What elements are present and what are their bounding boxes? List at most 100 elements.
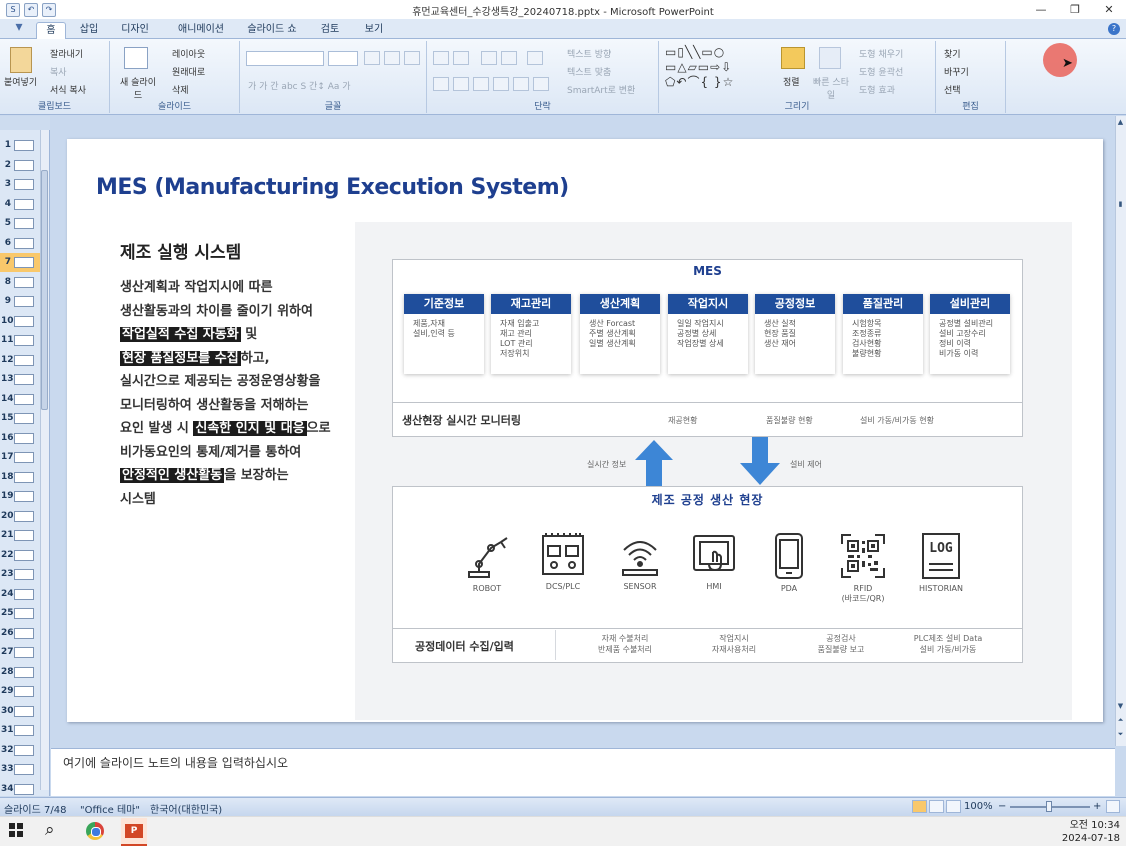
format-painter-button[interactable]: 서식 복사 <box>50 83 86 96</box>
justify-icon[interactable] <box>493 77 509 91</box>
shape-fill-button[interactable]: 도형 채우기 <box>859 47 903 60</box>
new-slide-button[interactable]: 새 슬라이드 <box>118 75 158 101</box>
previous-slide-icon[interactable]: ⏶ <box>1116 716 1125 728</box>
slide-thumbnail[interactable]: 31 <box>0 721 40 740</box>
align-right-icon[interactable] <box>473 77 489 91</box>
slide-thumbnail[interactable]: 8 <box>0 273 40 292</box>
slide-thumbnail[interactable]: 2 <box>0 156 40 175</box>
cut-button[interactable]: 잘라내기 <box>50 47 83 60</box>
slide-thumbnail[interactable]: 9 <box>0 292 40 311</box>
zoom-level[interactable]: 100% <box>964 801 993 812</box>
quick-styles-icon[interactable] <box>819 47 841 69</box>
slide-thumbnail[interactable]: 23 <box>0 565 40 584</box>
help-icon[interactable]: ? <box>1108 23 1120 35</box>
slide-thumbnail[interactable]: 27 <box>0 643 40 662</box>
slide-thumbnail[interactable]: 5 <box>0 214 40 233</box>
delete-slide-button[interactable]: 삭제 <box>172 83 189 96</box>
increase-indent-icon[interactable] <box>501 51 517 65</box>
zoom-slider-knob[interactable] <box>1046 801 1052 812</box>
slideshow-view-button[interactable] <box>946 800 961 813</box>
numbering-icon[interactable] <box>453 51 469 65</box>
fit-to-window-button[interactable] <box>1106 800 1120 813</box>
minimize-button[interactable]: — <box>1024 0 1058 19</box>
shapes-gallery[interactable]: ▭▯╲╲▭○ ▭△▱▭⇨⇩ ⬠↶⌒{ }☆ <box>665 45 765 89</box>
close-button[interactable]: ✕ <box>1092 0 1126 19</box>
tab-home[interactable]: 홈 <box>36 22 66 39</box>
shape-effects-button[interactable]: 도형 효과 <box>859 83 895 96</box>
slide-thumbnail[interactable]: 32 <box>0 741 40 760</box>
arrange-icon[interactable] <box>781 47 805 69</box>
slide-thumbnail[interactable]: 15 <box>0 409 40 428</box>
slide-thumbnail[interactable]: 11 <box>0 331 40 350</box>
slide-subtitle[interactable]: 제조 실행 시스템 <box>120 238 241 263</box>
slide-thumbnail[interactable]: 29 <box>0 682 40 701</box>
language-indicator[interactable]: 한국어(대한민국) <box>150 801 222 816</box>
slide-thumbnail[interactable]: 18 <box>0 468 40 487</box>
decrease-indent-icon[interactable] <box>481 51 497 65</box>
slide-thumbnail[interactable]: 4 <box>0 195 40 214</box>
replace-button[interactable]: 바꾸기 <box>944 65 969 78</box>
scroll-up-icon[interactable]: ▲ <box>1116 118 1125 130</box>
slide-body-text[interactable]: 생산계획과 작업지시에 따른 생산활동과의 차이를 줄이기 위하여 작업실적 수… <box>120 276 360 511</box>
normal-view-button[interactable] <box>912 800 927 813</box>
slide-thumbnail[interactable]: 21 <box>0 526 40 545</box>
slide-thumbnail[interactable]: 20 <box>0 507 40 526</box>
align-left-icon[interactable] <box>433 77 449 91</box>
tab-design[interactable]: 디자인 <box>112 22 158 39</box>
bullets-icon[interactable] <box>433 51 449 65</box>
slide-thumbnail[interactable]: 7 <box>0 253 40 272</box>
distribute-icon[interactable] <box>513 77 529 91</box>
slide-thumbnail[interactable]: 13 <box>0 370 40 389</box>
slide-thumbnail[interactable]: 33 <box>0 760 40 779</box>
windows-start-icon[interactable] <box>9 823 23 837</box>
slide-thumbnail[interactable]: 26 <box>0 624 40 643</box>
slide-thumbnail[interactable]: 12 <box>0 351 40 370</box>
slide-thumbnail[interactable]: 28 <box>0 663 40 682</box>
zoom-out-button[interactable]: − <box>998 801 1006 812</box>
arrange-button[interactable]: 정렬 <box>783 75 800 88</box>
restore-button[interactable]: ❐ <box>1058 0 1092 19</box>
align-center-icon[interactable] <box>453 77 469 91</box>
search-icon[interactable]: ⌕ <box>45 820 55 840</box>
shrink-font-icon[interactable] <box>384 51 400 65</box>
slide-thumbnail[interactable]: 19 <box>0 487 40 506</box>
font-size-combo[interactable] <box>328 51 358 66</box>
grow-font-icon[interactable] <box>364 51 380 65</box>
layout-button[interactable]: 레이아웃 <box>172 47 205 60</box>
slide-thumbnail[interactable]: 34 <box>0 780 40 799</box>
powerpoint-taskbar-icon[interactable]: P <box>121 818 147 846</box>
slide-sorter-button[interactable] <box>929 800 944 813</box>
outline-tabs[interactable] <box>0 116 50 130</box>
align-text-button[interactable]: 텍스트 맞춤 <box>567 65 611 78</box>
find-button[interactable]: 찾기 <box>944 47 961 60</box>
new-slide-icon[interactable] <box>124 47 148 69</box>
slide-thumbnail[interactable]: 10 <box>0 312 40 331</box>
slide-thumbnail[interactable]: 14 <box>0 390 40 409</box>
line-spacing-icon[interactable] <box>527 51 543 65</box>
slide-thumbnail[interactable]: 3 <box>0 175 40 194</box>
smartart-button[interactable]: SmartArt로 변환 <box>567 83 635 96</box>
tab-animation[interactable]: 애니메이션 <box>166 22 236 39</box>
columns-icon[interactable] <box>533 77 549 91</box>
paste-icon[interactable] <box>10 47 32 73</box>
slide-thumbnail[interactable]: 30 <box>0 702 40 721</box>
paste-button[interactable]: 붙여넣기 <box>4 75 37 88</box>
scroll-down-icon[interactable]: ▼ <box>1116 702 1125 714</box>
slide-title[interactable]: MES (Manufacturing Execution System) <box>96 175 569 200</box>
tab-slideshow[interactable]: 슬라이드 쇼 <box>240 22 304 39</box>
select-button[interactable]: 선택 <box>944 83 961 96</box>
slide-thumbnail[interactable]: 1 <box>0 136 40 155</box>
font-family-combo[interactable] <box>246 51 324 66</box>
notes-placeholder[interactable]: 여기에 슬라이드 노트의 내용을 입력하십시오 <box>63 754 288 771</box>
reset-button[interactable]: 원래대로 <box>172 65 205 78</box>
shape-outline-button[interactable]: 도형 윤곽선 <box>859 65 903 78</box>
system-clock[interactable]: 오전 10:34 2024-07-18 <box>1058 819 1120 845</box>
office-menu-icon[interactable]: ▾ <box>8 19 30 39</box>
scroll-thumb[interactable]: ▮ <box>1116 200 1125 212</box>
text-direction-button[interactable]: 텍스트 방향 <box>567 47 611 60</box>
thumbnail-scroll-thumb[interactable] <box>41 170 48 410</box>
slide-thumbnail[interactable]: 22 <box>0 546 40 565</box>
slide-thumbnail[interactable]: 17 <box>0 448 40 467</box>
tab-view[interactable]: 보기 <box>356 22 392 39</box>
clear-format-icon[interactable] <box>404 51 420 65</box>
